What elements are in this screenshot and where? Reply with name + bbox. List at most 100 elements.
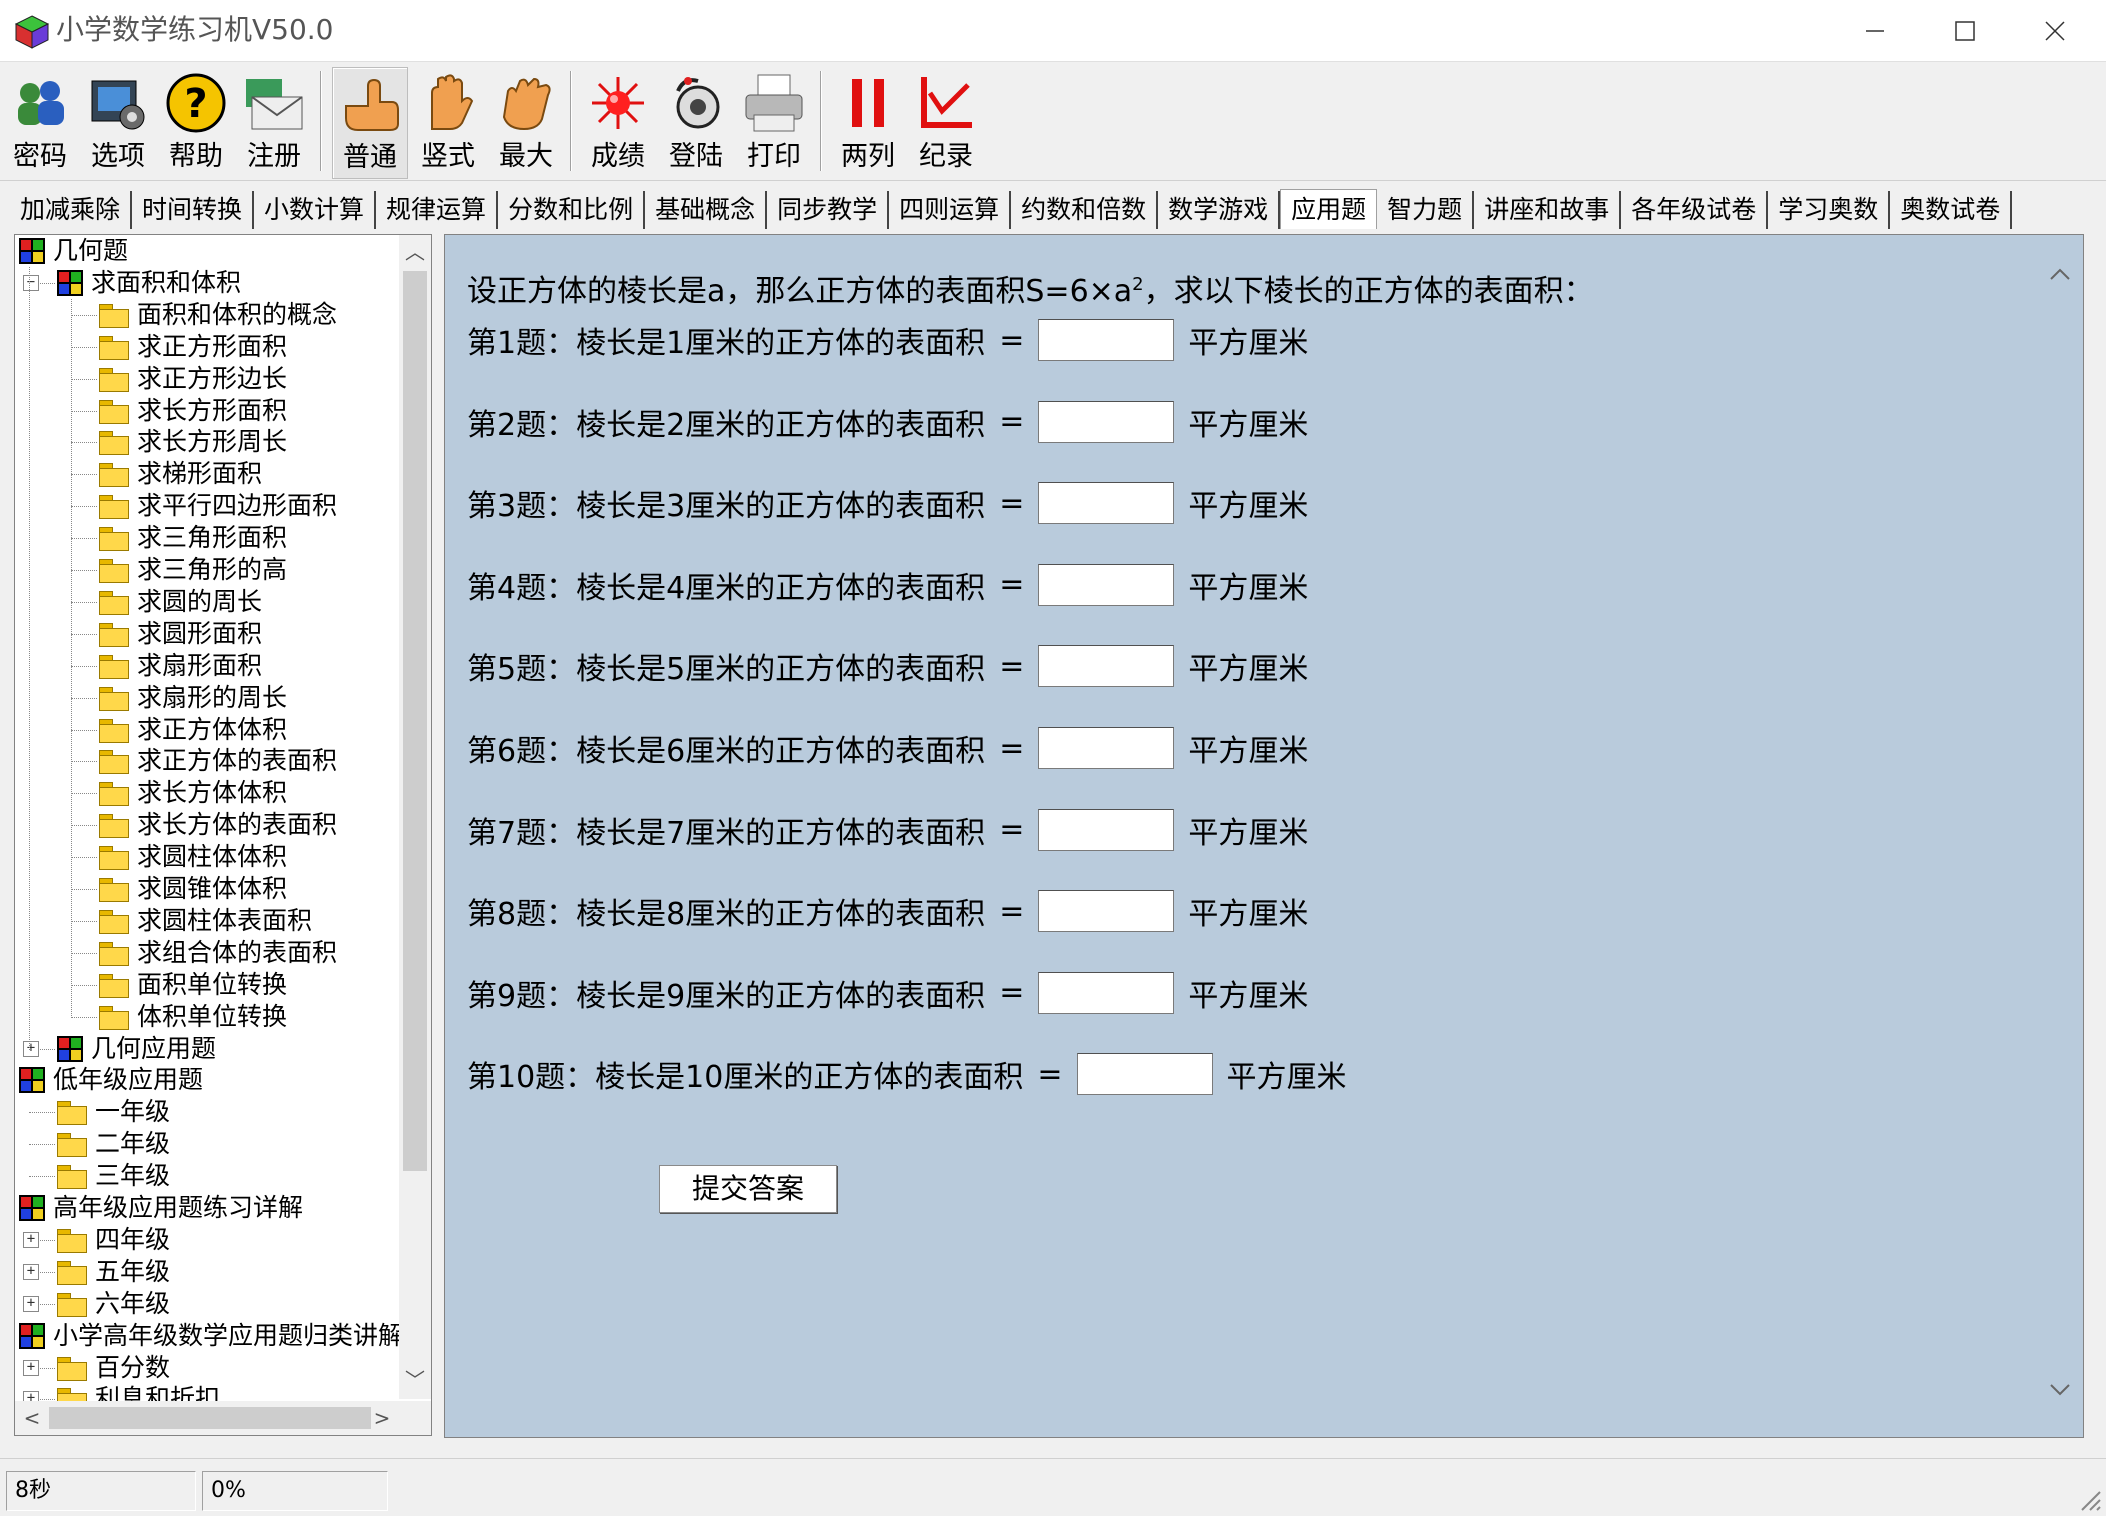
record-button[interactable]: 纪录 (908, 67, 984, 179)
panel-scroll-down-icon[interactable] (2045, 1375, 2075, 1405)
tab-sync-teaching[interactable]: 同步教学 (767, 191, 890, 229)
options-button[interactable]: 选项 (80, 67, 156, 179)
tree-item[interactable]: 求正方形边长 (99, 363, 287, 395)
tree-item[interactable]: 求组合体的表面积 (99, 937, 337, 969)
tree-node-geometry-applications[interactable]: 几何应用题 (57, 1033, 216, 1065)
tree-item[interactable]: 求圆锥体体积 (99, 873, 287, 905)
print-button[interactable]: 打印 (736, 67, 812, 179)
progress-percent: 0% (202, 1471, 388, 1511)
tab-basic-concepts[interactable]: 基础概念 (645, 191, 768, 229)
answer-input[interactable] (1038, 808, 1175, 851)
normal-mode-button[interactable]: 普通 (332, 67, 408, 179)
answer-input[interactable] (1038, 727, 1175, 769)
resize-grip-icon[interactable] (2074, 1484, 2102, 1512)
answer-input[interactable] (1038, 400, 1175, 443)
tree-item[interactable]: 求正方体体积 (99, 714, 287, 746)
tree-item[interactable]: 求扇形面积 (99, 650, 262, 682)
equals-sign: = (999, 648, 1025, 684)
expand-icon[interactable]: + (23, 1263, 39, 1280)
tree-item[interactable]: 求长方形面积 (99, 395, 287, 427)
tree-item[interactable]: 求平行四边形面积 (99, 490, 337, 522)
tree-node-summary[interactable]: 小学高年级数学应用题归类讲解 (19, 1320, 403, 1352)
tree-item[interactable]: 一年级 (57, 1096, 170, 1128)
maximize-button[interactable] (1920, 0, 2010, 62)
tree-node-geometry[interactable]: 几何题 (19, 235, 128, 267)
answer-input[interactable] (1038, 482, 1175, 525)
register-button[interactable]: 注册 (236, 67, 312, 179)
expand-icon[interactable]: + (23, 1231, 39, 1248)
tab-grade-papers[interactable]: 各年级试卷 (1621, 191, 1769, 229)
answer-input[interactable] (1038, 890, 1175, 933)
expand-icon[interactable]: + (23, 1295, 39, 1312)
tree-item[interactable]: 求圆形面积 (99, 618, 262, 650)
password-button[interactable]: 密码 (2, 67, 78, 179)
tree-item[interactable]: 求圆的周长 (99, 586, 262, 618)
tree-node-low-grade[interactable]: 低年级应用题 (19, 1064, 203, 1096)
tree-item[interactable]: 面积和体积的概念 (99, 299, 337, 331)
tab-olympiad-study[interactable]: 学习奥数 (1768, 191, 1891, 229)
scroll-right-icon[interactable]: > (367, 1403, 397, 1433)
close-button[interactable] (2010, 0, 2100, 62)
tab-pattern[interactable]: 规律运算 (376, 191, 499, 229)
vertical-mode-button[interactable]: 竖式 (410, 67, 486, 179)
tree-item[interactable]: 求长方体的表面积 (99, 809, 337, 841)
folder-icon (99, 878, 129, 902)
tab-fraction-ratio[interactable]: 分数和比例 (498, 191, 646, 229)
panel-scroll-up-icon[interactable] (2045, 259, 2075, 289)
tree-item[interactable]: 求三角形面积 (99, 522, 287, 554)
expand-icon[interactable]: + (23, 1359, 39, 1376)
tree-item[interactable]: 三年级 (57, 1160, 170, 1192)
tab-word-problems[interactable]: 应用题 (1280, 189, 1378, 229)
tree-item[interactable]: 求圆柱体体积 (99, 841, 287, 873)
minimize-button[interactable] (1830, 0, 1920, 62)
tree-vertical-scrollbar[interactable]: ︿ ﹀ (399, 235, 431, 1399)
tab-add-sub-mul-div[interactable]: 加减乘除 (10, 191, 133, 229)
tree-item[interactable]: 求扇形的周长 (99, 682, 287, 714)
tree-node-area-volume[interactable]: 求面积和体积 (57, 267, 241, 299)
equals-sign: = (999, 567, 1025, 603)
scroll-left-icon[interactable]: < (17, 1403, 47, 1433)
scroll-up-icon[interactable]: ︿ (400, 237, 430, 267)
tab-olympiad-papers[interactable]: 奥数试卷 (1890, 191, 2013, 229)
tree-scroll-thumb[interactable] (403, 271, 427, 1171)
tab-puzzles[interactable]: 智力题 (1377, 191, 1475, 229)
two-columns-button[interactable]: 两列 (830, 67, 906, 179)
tree-item[interactable]: 二年级 (57, 1128, 170, 1160)
tree-item[interactable]: 四年级 (57, 1224, 170, 1256)
help-button[interactable]: ? 帮助 (158, 67, 234, 179)
tree-hscroll-thumb[interactable] (49, 1407, 371, 1429)
tree-item[interactable]: 六年级 (57, 1288, 170, 1320)
tab-four-operations[interactable]: 四则运算 (889, 191, 1012, 229)
tree-item[interactable]: 五年级 (57, 1256, 170, 1288)
submit-answers-button[interactable]: 提交答案 (659, 1165, 837, 1213)
tree-item[interactable]: 求正方体的表面积 (99, 745, 337, 777)
expand-icon[interactable]: + (23, 1040, 39, 1057)
score-button[interactable]: 成绩 (580, 67, 656, 179)
tree-horizontal-scrollbar[interactable]: < > (15, 1401, 431, 1435)
collapse-icon[interactable]: − (23, 274, 39, 291)
tab-decimal[interactable]: 小数计算 (254, 191, 377, 229)
tree-item[interactable]: 百分数 (57, 1352, 170, 1384)
tab-math-games[interactable]: 数学游戏 (1158, 191, 1281, 229)
maximum-mode-button[interactable]: 最大 (488, 67, 564, 179)
tree-item[interactable]: 求长方体体积 (99, 777, 287, 809)
tree-item[interactable]: 体积单位转换 (99, 1001, 287, 1033)
answer-input[interactable] (1076, 1053, 1213, 1096)
answer-input[interactable] (1038, 645, 1175, 688)
tree-item[interactable]: 求正方形面积 (99, 331, 287, 363)
answer-input[interactable] (1038, 971, 1175, 1014)
answer-input[interactable] (1038, 319, 1175, 361)
login-button[interactable]: 登陆 (658, 67, 734, 179)
scroll-down-icon[interactable]: ﹀ (400, 1365, 430, 1395)
tree-item[interactable]: 求圆柱体表面积 (99, 905, 312, 937)
tree-item[interactable]: 求三角形的高 (99, 554, 287, 586)
answer-input[interactable] (1038, 563, 1175, 606)
tab-time-conversion[interactable]: 时间转换 (132, 191, 255, 229)
tab-lectures-stories[interactable]: 讲座和故事 (1474, 191, 1622, 229)
tree-item[interactable]: 求梯形面积 (99, 458, 262, 490)
tree-item[interactable]: 求长方形周长 (99, 426, 287, 458)
tab-divisors-multiples[interactable]: 约数和倍数 (1011, 191, 1159, 229)
tree-label: 几何应用题 (91, 1033, 217, 1063)
tree-item[interactable]: 面积单位转换 (99, 969, 287, 1001)
tree-node-high-grade[interactable]: 高年级应用题练习详解 (19, 1192, 303, 1224)
